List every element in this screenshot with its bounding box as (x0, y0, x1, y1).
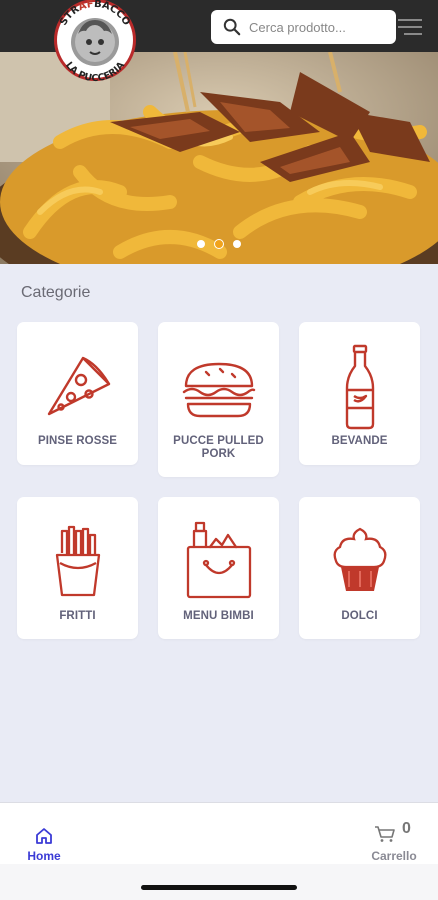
bottle-icon (345, 344, 374, 430)
category-card-pinse-rosse[interactable]: PINSE ROSSE (17, 322, 138, 465)
hero-carousel-image[interactable] (0, 52, 438, 264)
category-card-menu-bimbi[interactable]: MENU BIMBI (158, 497, 279, 639)
bottom-navigation: Home 0 Carrello (0, 802, 438, 864)
carousel-dot-2-active[interactable] (214, 239, 224, 249)
home-indicator[interactable] (141, 885, 297, 890)
category-card-dolci[interactable]: DOLCI (299, 497, 420, 639)
system-bottom-area (0, 864, 438, 900)
cart-count: 0 (402, 820, 411, 837)
fries-pulled-pork-photo (0, 52, 438, 264)
carousel-indicators (0, 238, 438, 250)
cart-icon (375, 826, 395, 842)
hamburger-menu-icon[interactable] (398, 16, 422, 38)
nav-home-label: Home (27, 849, 61, 863)
categories-title: Categorie (21, 284, 91, 301)
carousel-dot-1[interactable] (197, 240, 205, 248)
nav-home[interactable]: Home (20, 813, 68, 863)
category-label: MENU BIMBI (183, 610, 254, 622)
nav-cart-label: Carrello (371, 849, 417, 863)
carousel-dot-3[interactable] (233, 240, 241, 248)
nav-cart[interactable]: 0 Carrello (362, 813, 426, 863)
search-input[interactable] (249, 19, 389, 35)
category-card-bevande[interactable]: BEVANDE (299, 322, 420, 465)
home-icon (36, 828, 52, 844)
category-label: PUCCE PULLED PORK (173, 435, 264, 460)
pizza-slice-icon (47, 356, 110, 416)
category-label: PINSE ROSSE (37, 435, 118, 447)
category-label: BEVANDE (331, 435, 388, 447)
burger-icon (182, 362, 255, 418)
kids-bag-icon (186, 521, 251, 599)
category-card-fritti[interactable]: FRITTI (17, 497, 138, 639)
brand-logo[interactable]: STRAFBACCO LA PUCCERIA (50, 0, 140, 82)
fries-icon (55, 525, 100, 597)
category-card-pucce-pulled-pork[interactable]: PUCCE PULLED PORK (158, 322, 279, 477)
category-label: FRITTI (59, 610, 96, 622)
search-icon (223, 18, 241, 36)
cupcake-icon (333, 527, 386, 591)
category-label: DOLCI (341, 610, 378, 622)
search-bar[interactable] (211, 10, 396, 44)
